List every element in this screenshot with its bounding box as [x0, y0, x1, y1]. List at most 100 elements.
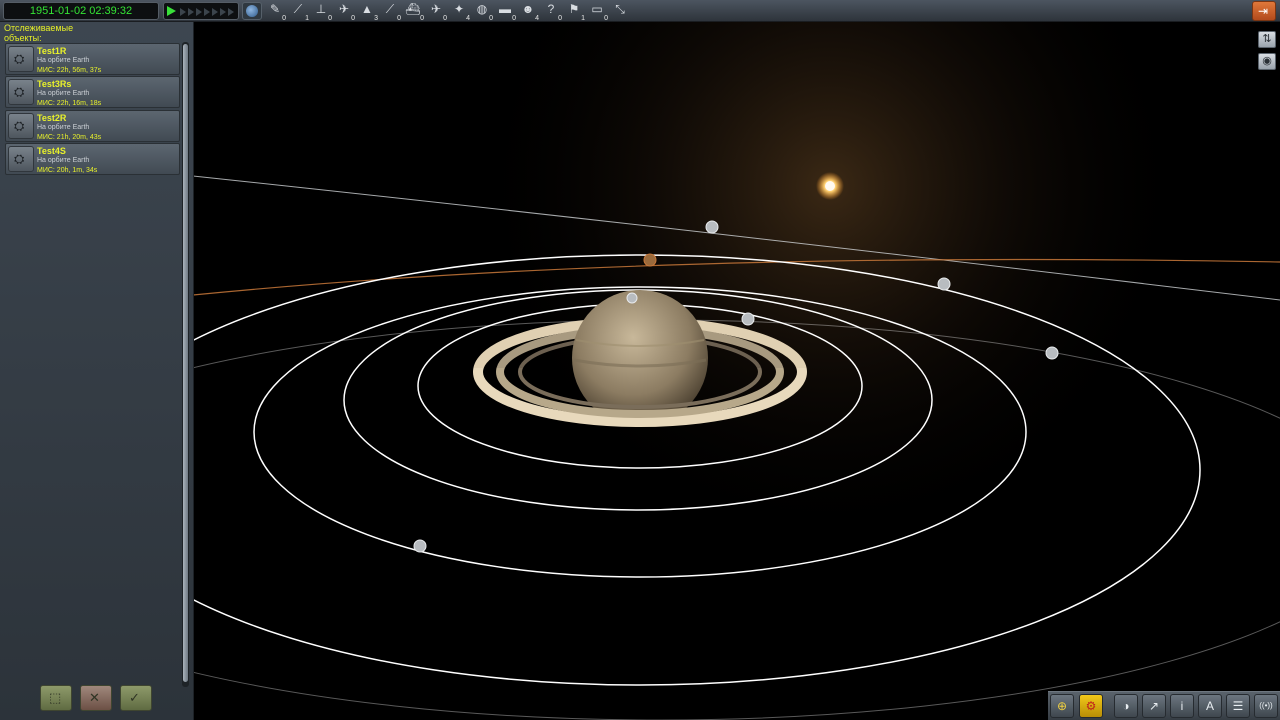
rover-filter-button[interactable]: ▲ 3 [357, 0, 379, 22]
tracked-object-item[interactable]: ⛭ Test2R На орбите Earth МИС: 21h, 20m, 43s [5, 109, 180, 142]
filter-count: 1 [581, 15, 585, 22]
spaceobject-icon: ⊥ [315, 2, 327, 16]
filter-count: 0 [328, 15, 332, 22]
fly-icon: ⬚ [49, 690, 62, 705]
warp-level-arrow[interactable] [204, 8, 210, 16]
scrollbar-thumb[interactable] [183, 44, 188, 682]
warp-level-arrow[interactable] [220, 8, 226, 16]
planet-list-button[interactable] [242, 2, 262, 20]
filter-count: 0 [420, 15, 424, 22]
globe-icon[interactable]: ⊕ [1050, 694, 1074, 718]
debris-filter-button[interactable]: ✎ 0 [265, 0, 287, 22]
contracts-icon[interactable]: ⚙ [1079, 694, 1103, 718]
station-filter-button[interactable]: ▬ 0 [495, 0, 517, 22]
plane-icon: ✈ [430, 2, 442, 16]
ship-icon: ⛴ [405, 2, 421, 16]
rover-icon: ▲ [361, 2, 373, 16]
station-icon: ▬ [499, 2, 511, 16]
filter-count: 0 [443, 15, 447, 22]
satellite-icon: ⛭ [8, 112, 34, 139]
warp-level-arrow[interactable] [212, 8, 218, 16]
filter-count: 0 [512, 15, 516, 22]
object-status: На орбите Earth [37, 157, 90, 165]
play-icon[interactable] [167, 6, 176, 16]
eva-filter-button[interactable]: ☻ 4 [518, 0, 540, 22]
tracked-object-item[interactable]: ⛭ Test1R На орбите Earth МИС: 22h, 56m, 37s [5, 43, 180, 75]
tracked-object-item[interactable]: ⛭ Test4S На орбите Earth МИС: 20h, 1m, 34s [5, 143, 180, 176]
satellite-icon: ⛭ [8, 146, 34, 173]
flag-filter-button[interactable]: ? 0 [541, 0, 563, 22]
satellite-icon: ⛭ [8, 79, 34, 106]
eye-icon[interactable]: ◉ [1258, 53, 1276, 70]
filter-count: 1 [305, 15, 309, 22]
warp-level-arrow[interactable] [228, 8, 234, 16]
plane-filter-button[interactable]: ✈ 0 [426, 0, 448, 22]
moon-marker [741, 312, 755, 326]
object-name: Test4S [37, 146, 66, 157]
fly-button[interactable]: ⬚ [40, 685, 72, 711]
top-toolbar: 1951-01-02 02:39:32 ✎ 0 ⟋ 1 ⊥ 0 ✈ 0 ▲ 3 ⟋ 0 ⛴ 0 ✈ 0 ✦ 4 ◍ 0… [0, 0, 1280, 22]
relay-filter-button[interactable]: ✦ 4 [449, 0, 471, 22]
object-name: Test2R [37, 112, 67, 123]
base-icon: ◍ [476, 2, 488, 16]
scrollbar[interactable] [182, 42, 189, 687]
strategy-icon[interactable]: ◑ [1114, 694, 1138, 718]
moon-marker [1045, 346, 1059, 360]
ship-filter-button[interactable]: ⛴ 0 [403, 0, 425, 22]
universal-time-display: 1951-01-02 02:39:32 [3, 2, 159, 20]
exit-button[interactable]: ⇥ [1252, 1, 1276, 21]
base-filter-button[interactable]: ◍ 0 [472, 0, 494, 22]
mission-elapsed-time: МИС: 22h, 56m, 37s [37, 67, 102, 74]
time-warp-control[interactable] [163, 2, 239, 20]
panel-header: Отслеживаемые объекты: [4, 23, 74, 43]
delete-icon: ✕ [89, 690, 100, 705]
recover-icon: ✓ [129, 690, 140, 705]
object-status: На орбите Earth [37, 123, 90, 131]
unknown-object-icon: ⟋ [293, 2, 303, 16]
probe-filter-button[interactable]: ✈ 0 [334, 0, 356, 22]
debris-icon: ✎ [269, 2, 281, 16]
satellite-icon: ⛭ [8, 46, 34, 72]
spaceobject-filter-button[interactable]: ⊥ 0 [311, 0, 333, 22]
recover-button[interactable]: ✓ [120, 685, 152, 711]
expand-filters-filter-button[interactable]: ⤡ [610, 0, 632, 22]
filter-count: 0 [558, 15, 562, 22]
unknown-object-filter-button[interactable]: ⟋ 1 [288, 0, 310, 22]
lander-icon: ⟋ [385, 2, 395, 16]
tracked-objects-list: ⛭ Test1R На орбите Earth МИС: 22h, 56m, 37s… [5, 43, 181, 177]
exit-icon: ⇥ [1258, 4, 1269, 18]
kerbnet-icon[interactable]: A [1198, 694, 1222, 718]
commnet-icon[interactable]: ((•)) [1254, 694, 1278, 718]
dropped-part-filter-button[interactable]: ⚑ 1 [564, 0, 586, 22]
sun-icon[interactable] [816, 172, 844, 200]
moon-marker [705, 220, 719, 234]
planet-icon [246, 5, 258, 17]
info-icon[interactable]: i [1170, 694, 1194, 718]
delete-button[interactable]: ✕ [80, 685, 112, 711]
dropped-part-icon: ⚑ [568, 2, 580, 16]
lander-filter-button[interactable]: ⟋ 0 [380, 0, 402, 22]
object-status: На орбите Earth [37, 57, 90, 64]
tracked-objects-panel: Отслеживаемые объекты: ⛭ Test1R На орбите … [0, 22, 194, 720]
moon-marker [643, 253, 657, 267]
moon-marker [413, 539, 427, 553]
mission-elapsed-time: МИС: 22h, 16m, 18s [37, 100, 102, 108]
filter-count: 0 [489, 15, 493, 22]
warp-level-arrow[interactable] [188, 8, 194, 16]
warp-level-arrow[interactable] [196, 8, 202, 16]
app-launcher-bar: ⊕ ⚙ ◑ ↗ i A ☰ ((•)) [1048, 691, 1280, 720]
object-name: Test3Rs [37, 79, 72, 90]
maneuver-icon[interactable]: ↗ [1142, 694, 1166, 718]
deployed-science-icon: ▭ [591, 2, 603, 16]
deployed-science-filter-button[interactable]: ▭ 0 [587, 0, 609, 22]
filter-count: 0 [351, 15, 355, 22]
filter-count: 0 [604, 15, 608, 22]
expand-filters-icon: ⤡ [615, 2, 625, 16]
tracked-object-item[interactable]: ⛭ Test3Rs На орбите Earth МИС: 22h, 16m, 18… [5, 76, 180, 109]
vessel-names-toggle[interactable]: ⇅ [1258, 31, 1276, 48]
probe-icon: ✈ [338, 2, 350, 16]
notes-icon[interactable]: ☰ [1226, 694, 1250, 718]
warp-level-arrow[interactable] [180, 8, 186, 16]
mission-elapsed-time: МИС: 20h, 1m, 34s [37, 167, 98, 175]
filter-count: 4 [535, 15, 539, 22]
